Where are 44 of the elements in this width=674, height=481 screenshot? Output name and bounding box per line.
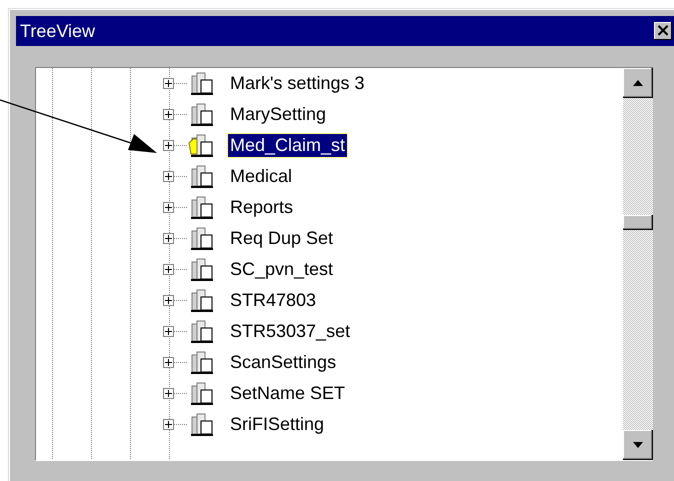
folder-icon xyxy=(188,288,214,312)
tree-item[interactable]: ScanSettings xyxy=(228,351,338,374)
window-title: TreeView xyxy=(20,20,96,42)
folder-icon xyxy=(188,320,214,344)
folder-icon xyxy=(188,102,214,126)
tree-item[interactable]: STR53037_set xyxy=(228,320,352,343)
expand-icon[interactable] xyxy=(163,140,174,151)
folder-icon xyxy=(188,134,214,158)
scrollbar[interactable] xyxy=(623,68,653,460)
tree-item[interactable]: SetName SET xyxy=(228,382,348,405)
scroll-up-button[interactable] xyxy=(623,68,653,98)
expand-icon[interactable] xyxy=(163,171,174,182)
folder-icon xyxy=(188,164,214,188)
expand-icon[interactable] xyxy=(163,264,174,275)
scroll-thumb[interactable] xyxy=(623,215,653,230)
folder-icon xyxy=(188,258,214,282)
folder-icon xyxy=(188,382,214,406)
tree-item[interactable]: MarySetting xyxy=(228,103,328,126)
tree-item[interactable]: Med_Claim_st xyxy=(228,134,348,157)
expand-icon[interactable] xyxy=(163,388,174,399)
folder-icon xyxy=(188,72,214,96)
tree-item[interactable]: Mark's settings 3 xyxy=(228,72,366,95)
expand-icon[interactable] xyxy=(163,202,174,213)
folder-icon xyxy=(188,412,214,436)
up-arrow-icon xyxy=(633,80,643,86)
folder-icon xyxy=(188,350,214,374)
folder-icon xyxy=(188,196,214,220)
down-arrow-icon xyxy=(633,442,643,448)
close-button[interactable]: × xyxy=(654,22,672,40)
expand-icon[interactable] xyxy=(163,233,174,244)
tree-item[interactable]: SC_pvn_test xyxy=(228,258,336,281)
tree-item[interactable]: Medical xyxy=(228,165,294,188)
expand-icon[interactable] xyxy=(163,109,174,120)
expand-icon[interactable] xyxy=(163,78,174,89)
expand-icon[interactable] xyxy=(163,326,174,337)
scroll-down-button[interactable] xyxy=(623,430,653,460)
expand-icon[interactable] xyxy=(163,295,174,306)
tree-item[interactable]: Req Dup Set xyxy=(228,227,336,250)
tree-item[interactable]: SriFISetting xyxy=(228,413,326,436)
expand-icon[interactable] xyxy=(163,419,174,430)
expand-icon[interactable] xyxy=(163,357,174,368)
tree-item[interactable]: Reports xyxy=(228,196,296,219)
tree-item[interactable]: STR47803 xyxy=(228,289,318,312)
folder-icon xyxy=(188,226,214,250)
